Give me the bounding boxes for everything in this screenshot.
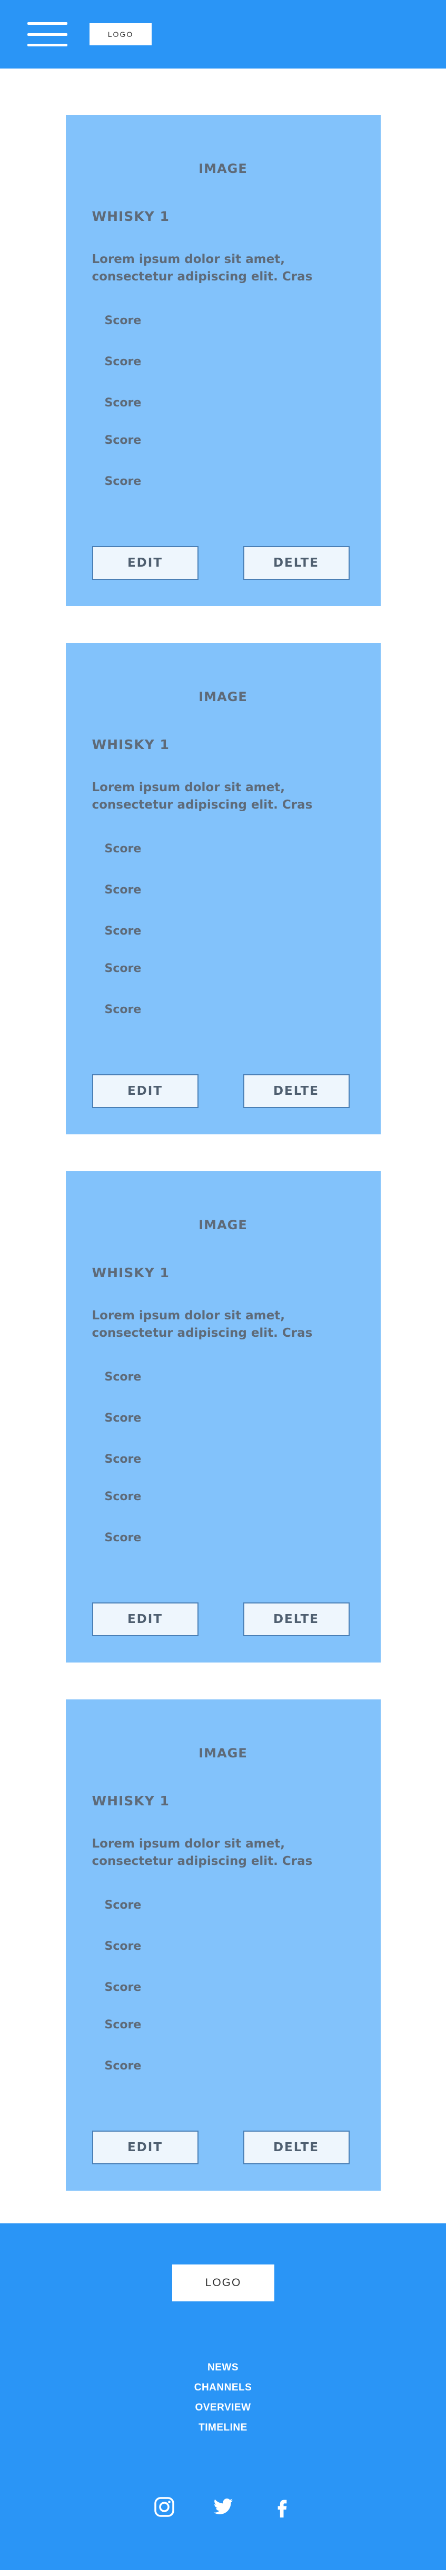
card-image-placeholder: IMAGE xyxy=(199,689,247,704)
card-score: Score xyxy=(104,396,142,410)
card-title: WHISKY 1 xyxy=(92,1793,170,1809)
card-score: Score xyxy=(104,1940,142,1953)
footer-nav: NEWS CHANNELS OVERVIEW TIMELINE xyxy=(0,2358,446,2438)
twitter-icon[interactable] xyxy=(213,2496,234,2517)
card-score: Score xyxy=(104,1003,142,1016)
card-title: WHISKY 1 xyxy=(92,1265,170,1280)
card-description: Lorem ipsum dolor sit amet, consectetur … xyxy=(92,252,313,284)
site-footer: LOGO NEWS CHANNELS OVERVIEW TIMELINE xyxy=(0,2223,446,2570)
edit-button[interactable]: EDIT xyxy=(92,2131,199,2164)
facebook-icon[interactable] xyxy=(272,2496,293,2517)
header-logo[interactable]: LOGO xyxy=(90,23,152,45)
whisky-card-list: IMAGE WHISKY 1 Lorem ipsum dolor sit ame… xyxy=(0,69,446,2223)
social-links xyxy=(0,2496,446,2517)
card-image-placeholder: IMAGE xyxy=(199,161,247,176)
edit-button[interactable]: EDIT xyxy=(92,1074,199,1108)
card-image-placeholder: IMAGE xyxy=(199,1218,247,1232)
delete-button[interactable]: DELTE xyxy=(243,1074,350,1108)
whisky-card: IMAGE WHISKY 1 Lorem ipsum dolor sit ame… xyxy=(65,115,381,606)
edit-button[interactable]: EDIT xyxy=(92,546,199,580)
card-image-placeholder: IMAGE xyxy=(199,1746,247,1761)
card-description: Lorem ipsum dolor sit amet, consectetur … xyxy=(92,781,313,812)
card-score: Score xyxy=(104,962,142,975)
delete-button[interactable]: DELTE xyxy=(243,546,350,580)
delete-button[interactable]: DELTE xyxy=(243,2131,350,2164)
card-description: Lorem ipsum dolor sit amet, consectetur … xyxy=(92,1837,313,1868)
instagram-icon[interactable] xyxy=(154,2496,175,2517)
footer-logo[interactable]: LOGO xyxy=(172,2264,274,2301)
card-score: Score xyxy=(104,355,142,368)
card-score: Score xyxy=(104,883,142,897)
card-score: Score xyxy=(104,1453,142,1466)
card-score: Score xyxy=(104,1370,142,1384)
edit-button[interactable]: EDIT xyxy=(92,1602,199,1636)
whisky-card: IMAGE WHISKY 1 Lorem ipsum dolor sit ame… xyxy=(65,1699,381,2191)
whisky-card: IMAGE WHISKY 1 Lorem ipsum dolor sit ame… xyxy=(65,1171,381,1663)
card-score: Score xyxy=(104,434,142,447)
whisky-card: IMAGE WHISKY 1 Lorem ipsum dolor sit ame… xyxy=(65,643,381,1134)
footer-link-timeline[interactable]: TIMELINE xyxy=(0,2418,446,2438)
card-description: Lorem ipsum dolor sit amet, consectetur … xyxy=(92,1309,313,1340)
card-title: WHISKY 1 xyxy=(92,209,170,224)
delete-button[interactable]: DELTE xyxy=(243,1602,350,1636)
footer-link-channels[interactable]: CHANNELS xyxy=(0,2378,446,2398)
card-score: Score xyxy=(104,1531,142,1544)
card-score: Score xyxy=(104,1899,142,1912)
card-score: Score xyxy=(104,2018,142,2031)
card-score: Score xyxy=(104,1981,142,1994)
footer-link-news[interactable]: NEWS xyxy=(0,2358,446,2378)
card-score: Score xyxy=(104,1490,142,1503)
card-score: Score xyxy=(104,314,142,327)
card-title: WHISKY 1 xyxy=(92,737,170,752)
card-score: Score xyxy=(104,1412,142,1425)
card-score: Score xyxy=(104,925,142,938)
hamburger-menu-icon[interactable] xyxy=(27,22,67,46)
card-score: Score xyxy=(104,842,142,856)
card-score: Score xyxy=(104,2059,142,2073)
footer-link-overview[interactable]: OVERVIEW xyxy=(0,2398,446,2418)
card-score: Score xyxy=(104,475,142,488)
site-header: LOGO xyxy=(0,0,446,69)
